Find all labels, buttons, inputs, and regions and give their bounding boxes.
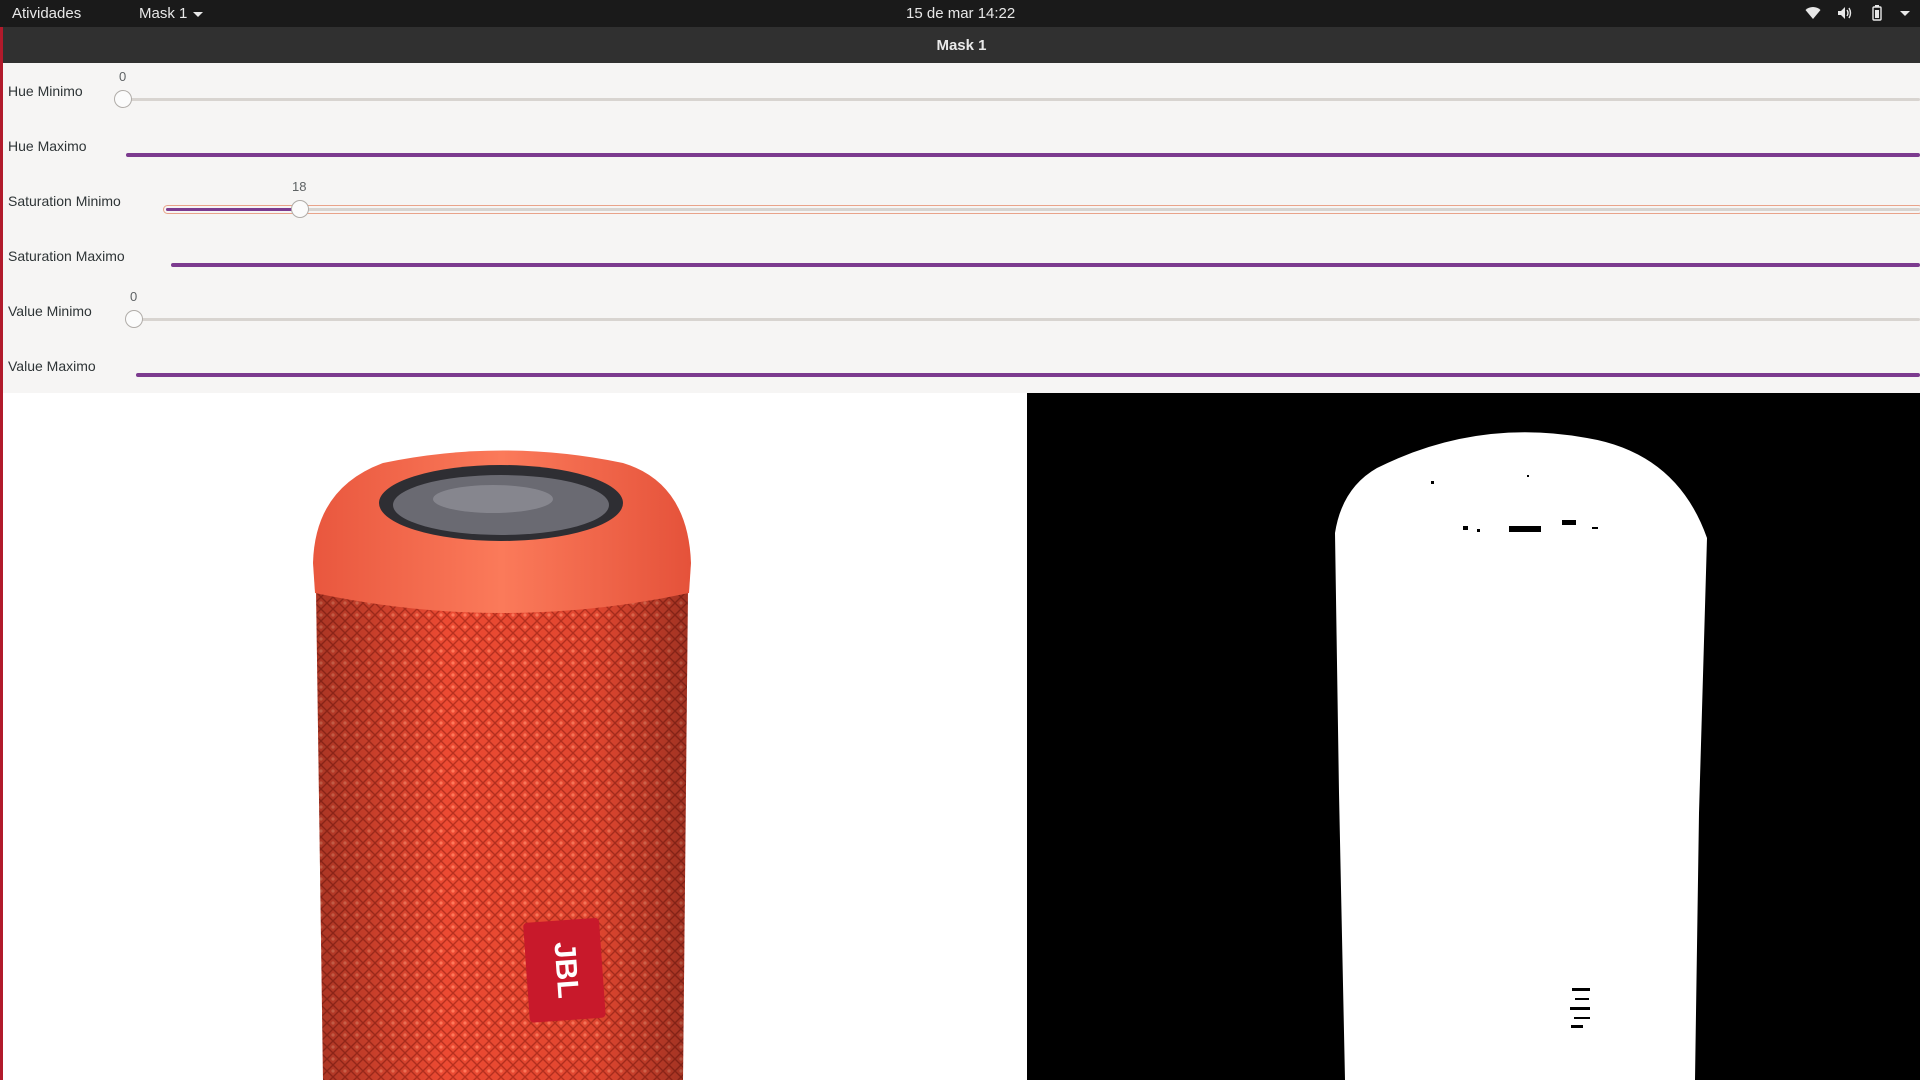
value-min-slider-track[interactable] xyxy=(125,310,1920,328)
original-image-panel: JBL xyxy=(3,393,1027,1080)
slider-label: Value Minimo xyxy=(8,303,92,319)
slider-value: 0 xyxy=(130,289,138,304)
saturation-min-slider-track[interactable] xyxy=(163,200,1920,218)
window-titlebar[interactable]: Mask 1 xyxy=(3,27,1920,63)
hue-max-slider-track[interactable] xyxy=(126,153,1920,157)
value-max-slider-track[interactable] xyxy=(136,373,1920,377)
mask-image xyxy=(1335,432,1707,1080)
system-tray[interactable] xyxy=(1804,4,1910,22)
slider-row-saturation-max: Saturation Maximo xyxy=(3,228,1920,283)
mask-image-panel xyxy=(1027,393,1920,1080)
speaker-logo-text: JBL xyxy=(548,941,585,1000)
slider-row-saturation-min: Saturation Minimo 18 xyxy=(3,173,1920,228)
mask-window: Mask 1 Hue Minimo 0 Hue Maximo Saturatio… xyxy=(0,27,1920,1080)
battery-icon xyxy=(1868,4,1886,22)
activities-button[interactable]: Atividades xyxy=(12,5,81,22)
slider-value: 18 xyxy=(292,179,307,194)
value-min-slider-handle[interactable] xyxy=(125,310,143,328)
clock[interactable]: 15 de mar 14:22 xyxy=(906,5,1015,22)
slider-row-value-min: Value Minimo 0 xyxy=(3,283,1920,338)
saturation-max-slider-track[interactable] xyxy=(171,263,1920,267)
trackbar-panel: Hue Minimo 0 Hue Maximo Saturation Minim… xyxy=(3,63,1920,393)
hue-min-slider-track[interactable] xyxy=(114,90,1920,108)
hue-min-slider-handle[interactable] xyxy=(114,90,132,108)
speaker-image: JBL xyxy=(313,450,691,1080)
app-menu[interactable]: Mask 1 xyxy=(139,5,204,22)
volume-icon xyxy=(1836,4,1854,22)
slider-row-hue-max: Hue Maximo xyxy=(3,118,1920,173)
slider-label: Hue Maximo xyxy=(8,138,87,154)
saturation-min-slider-fill xyxy=(166,208,300,211)
slider-label: Hue Minimo xyxy=(8,83,83,99)
slider-row-hue-min: Hue Minimo 0 xyxy=(3,63,1920,118)
app-menu-label: Mask 1 xyxy=(139,5,188,22)
slider-value: 0 xyxy=(119,69,127,84)
top-bar: Atividades Mask 1 15 de mar 14:22 xyxy=(0,0,1920,27)
slider-label: Saturation Maximo xyxy=(8,248,125,264)
saturation-min-slider-handle[interactable] xyxy=(291,200,309,218)
slider-label: Saturation Minimo xyxy=(8,193,121,209)
system-menu-caret-icon xyxy=(1900,10,1910,16)
slider-label: Value Maximo xyxy=(8,358,96,374)
wifi-icon xyxy=(1804,4,1822,22)
slider-row-value-max: Value Maximo xyxy=(3,338,1920,393)
chevron-down-icon xyxy=(193,11,204,17)
window-title: Mask 1 xyxy=(936,36,987,54)
